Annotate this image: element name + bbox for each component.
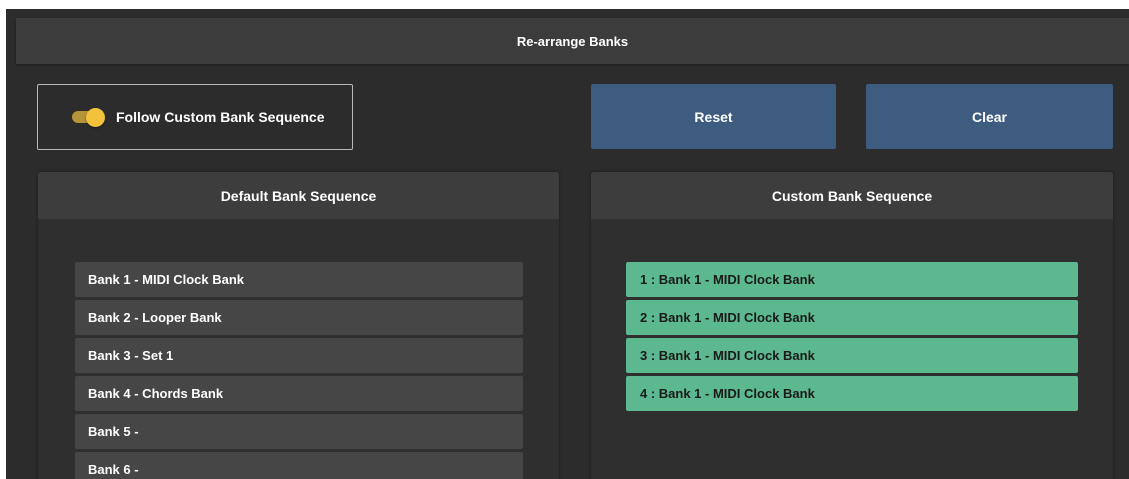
custom-bank-item[interactable]: 3 : Bank 1 - MIDI Clock Bank xyxy=(626,338,1078,373)
follow-custom-sequence-toggle[interactable] xyxy=(70,108,108,127)
default-bank-item[interactable]: Bank 4 - Chords Bank xyxy=(75,376,523,411)
custom-bank-item[interactable]: 4 : Bank 1 - MIDI Clock Bank xyxy=(626,376,1078,411)
toggle-knob xyxy=(86,108,105,127)
window-title: Re-arrange Banks xyxy=(16,18,1129,64)
default-bank-item[interactable]: Bank 3 - Set 1 xyxy=(75,338,523,373)
custom-bank-item[interactable]: 1 : Bank 1 - MIDI Clock Bank xyxy=(626,262,1078,297)
custom-sequence-header: Custom Bank Sequence xyxy=(591,172,1113,219)
default-bank-item[interactable]: Bank 2 - Looper Bank xyxy=(75,300,523,335)
custom-bank-list: 1 : Bank 1 - MIDI Clock Bank 2 : Bank 1 … xyxy=(626,262,1078,414)
default-bank-list: Bank 1 - MIDI Clock Bank Bank 2 - Looper… xyxy=(75,262,523,479)
default-sequence-header: Default Bank Sequence xyxy=(38,172,559,219)
default-sequence-panel: Default Bank Sequence Bank 1 - MIDI Cloc… xyxy=(38,172,559,479)
custom-bank-item[interactable]: 2 : Bank 1 - MIDI Clock Bank xyxy=(626,300,1078,335)
reset-button[interactable]: Reset xyxy=(591,84,836,149)
follow-custom-sequence-label: Follow Custom Bank Sequence xyxy=(116,109,325,125)
default-bank-item[interactable]: Bank 6 - xyxy=(75,452,523,479)
default-bank-item[interactable]: Bank 1 - MIDI Clock Bank xyxy=(75,262,523,297)
clear-button[interactable]: Clear xyxy=(866,84,1113,149)
custom-sequence-panel: Custom Bank Sequence 1 : Bank 1 - MIDI C… xyxy=(591,172,1113,479)
follow-custom-sequence-container: Follow Custom Bank Sequence xyxy=(37,84,353,150)
default-bank-item[interactable]: Bank 5 - xyxy=(75,414,523,449)
rearrange-banks-window: Re-arrange Banks Follow Custom Bank Sequ… xyxy=(6,9,1129,479)
